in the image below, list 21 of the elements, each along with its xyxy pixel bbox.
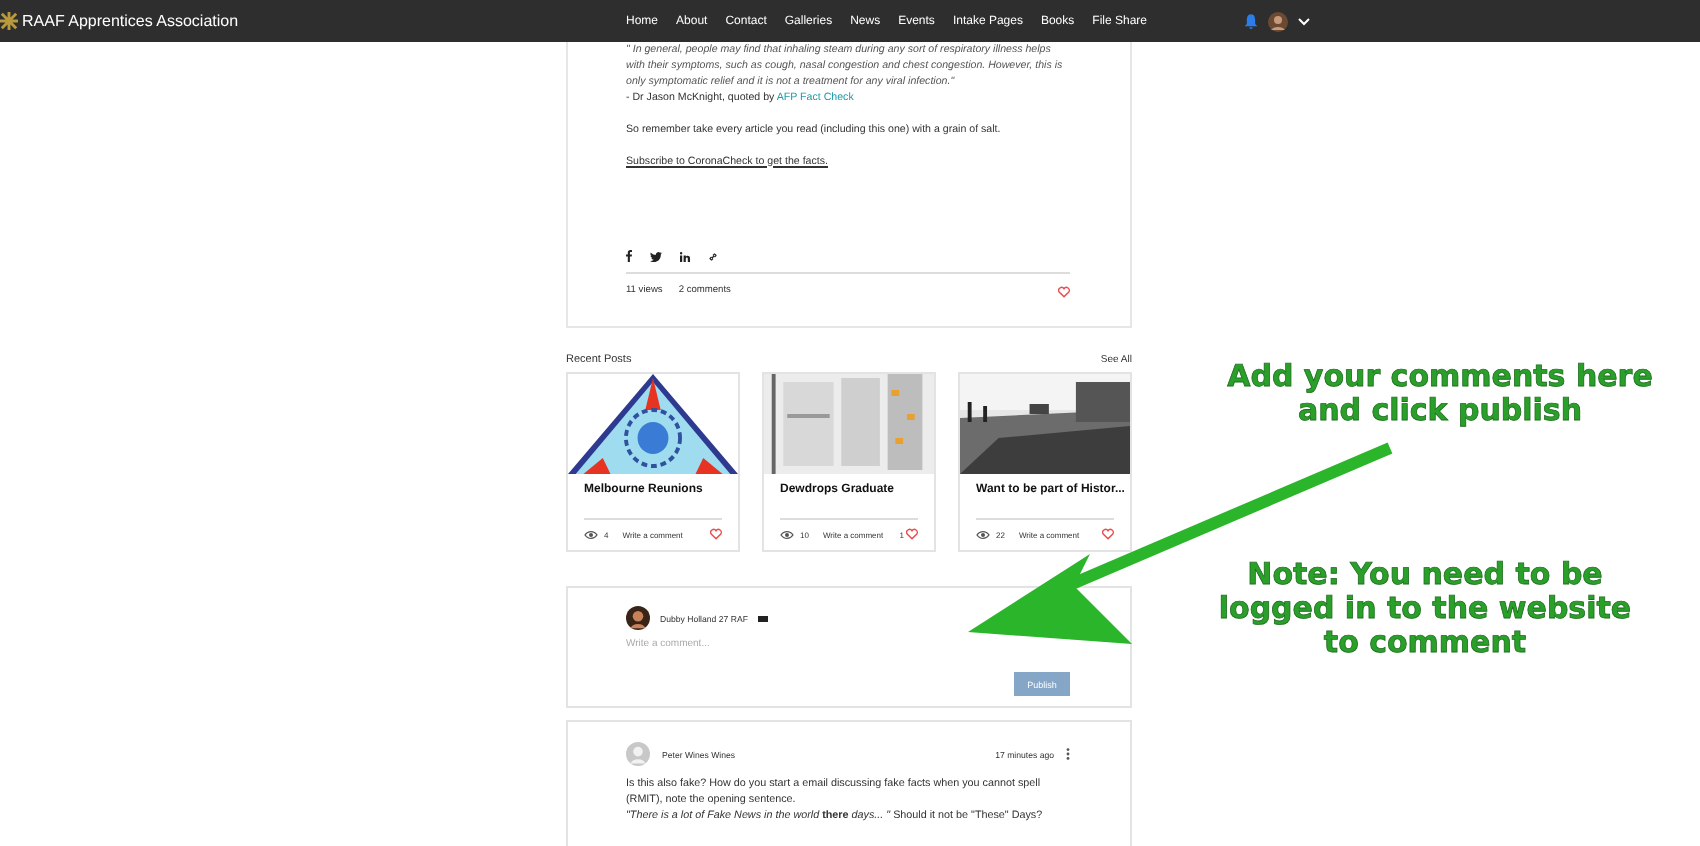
eye-icon <box>584 529 598 539</box>
avatar <box>626 606 650 630</box>
heart-icon[interactable] <box>1058 286 1070 299</box>
heart-icon[interactable] <box>1102 528 1114 540</box>
eye-icon <box>780 529 794 539</box>
eye-icon <box>976 529 990 539</box>
site-title[interactable]: RAAF Apprentices Association <box>22 12 239 30</box>
link-icon[interactable] <box>708 251 718 262</box>
avatar <box>626 742 650 766</box>
heart-icon[interactable] <box>906 528 918 540</box>
heart-icon[interactable] <box>710 528 722 540</box>
annotation-text: Add your comments here and click publish <box>1225 360 1655 428</box>
twitter-icon[interactable] <box>650 251 662 262</box>
avatar[interactable] <box>1267 11 1288 31</box>
logo-icon[interactable] <box>0 12 18 30</box>
facebook-icon[interactable] <box>626 250 632 263</box>
annotation-text: Note: You need to be logged in to the website to comment <box>1216 558 1634 660</box>
bell-icon[interactable] <box>1243 13 1258 29</box>
linkedin-icon[interactable] <box>680 251 690 262</box>
chevron-down-icon[interactable] <box>1297 17 1310 25</box>
badge-icon <box>757 615 768 621</box>
